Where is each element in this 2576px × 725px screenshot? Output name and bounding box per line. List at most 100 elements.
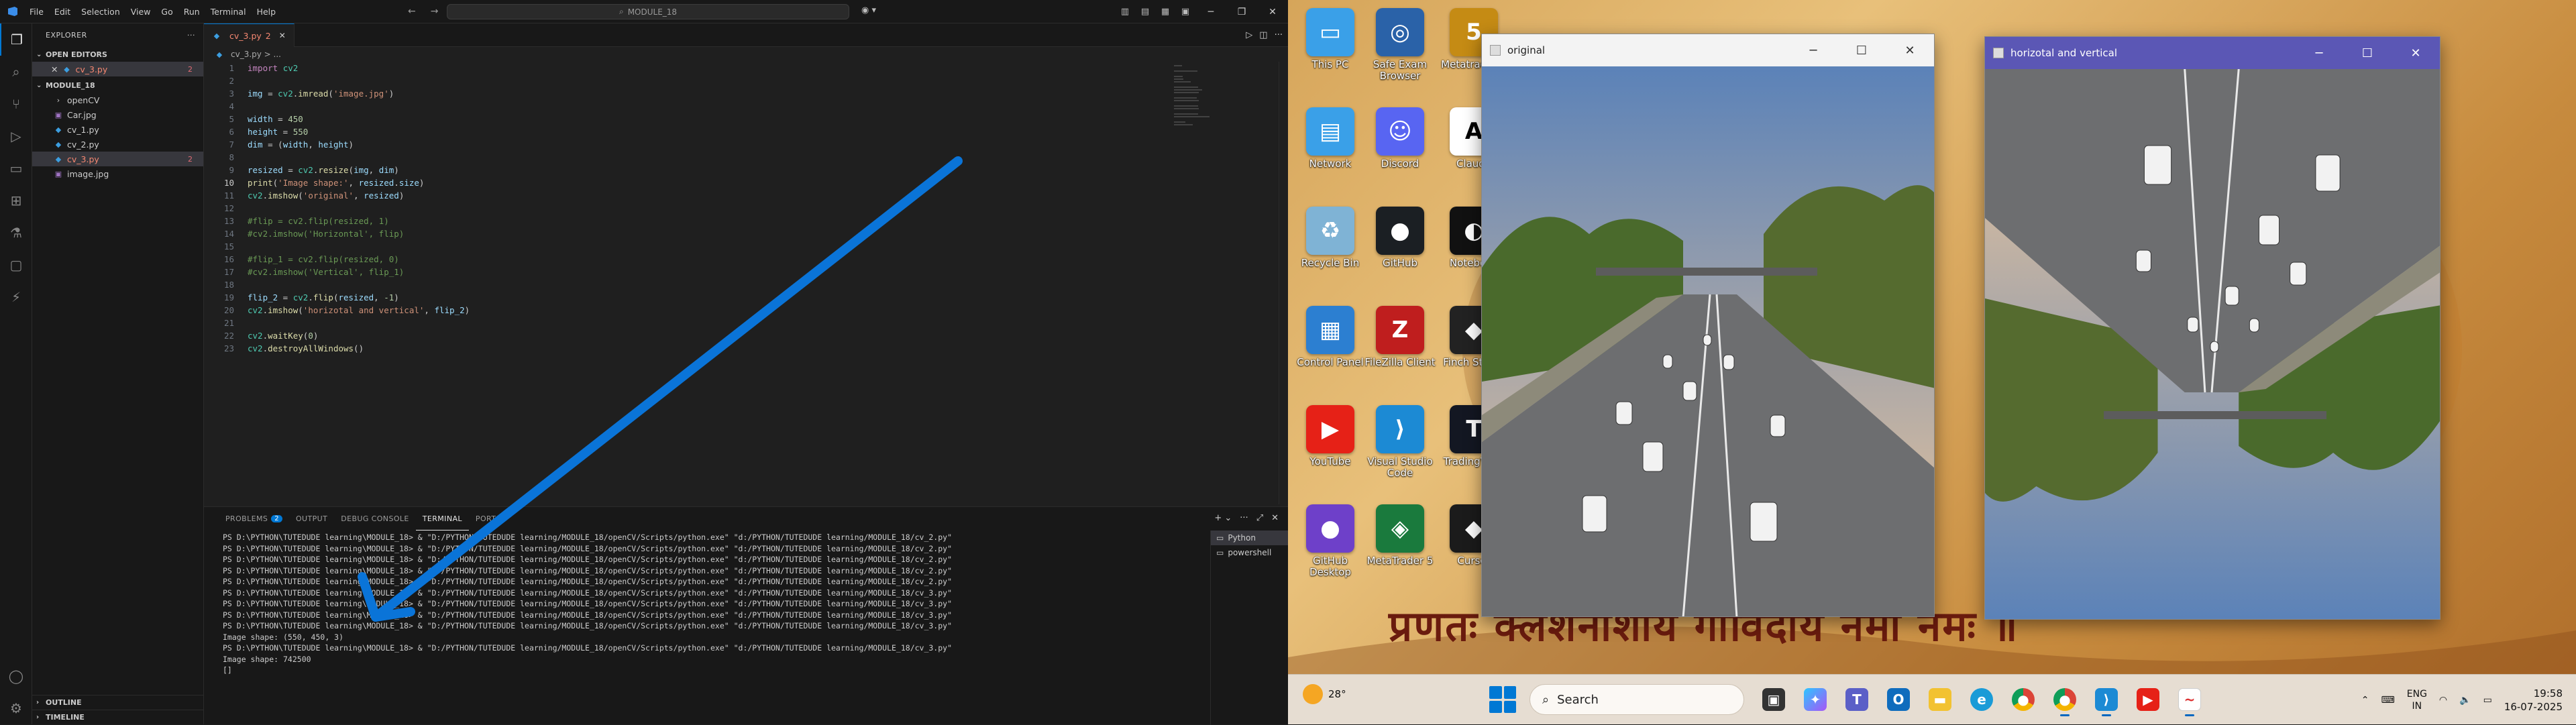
- code-line[interactable]: 15: [204, 240, 1197, 253]
- code-line[interactable]: 11 cv2.imshow('original', resized): [204, 189, 1197, 202]
- code-line[interactable]: 1 import cv2: [204, 62, 1197, 74]
- code-line[interactable]: 21: [204, 317, 1197, 329]
- file-tree-item[interactable]: ▣ Car.jpg: [32, 107, 203, 122]
- run-python-icon[interactable]: ▷: [1246, 30, 1252, 40]
- file-tree-item[interactable]: › openCV: [32, 93, 203, 107]
- menu-view[interactable]: View: [125, 7, 156, 17]
- weather-widget[interactable]: 28°: [1303, 684, 1346, 704]
- extensions-icon[interactable]: ⊞: [0, 184, 32, 217]
- code-line[interactable]: 4: [204, 100, 1197, 113]
- code-line[interactable]: 20 cv2.imshow('horizotal and vertical', f…: [204, 304, 1197, 317]
- code-line[interactable]: 7 dim = (width, height): [204, 138, 1197, 151]
- opencv-window-flipped[interactable]: horizotal and vertical ─ ☐ ✕: [1984, 36, 2440, 620]
- clock[interactable]: 19:58 16-07-2025: [2504, 687, 2563, 714]
- copilot-icon[interactable]: ◉ ▾: [861, 5, 876, 15]
- chat-icon[interactable]: ▢: [0, 249, 32, 281]
- new-terminal-icon[interactable]: + ⌄: [1214, 513, 1232, 523]
- customize-layout-icon[interactable]: ▣: [1175, 0, 1195, 23]
- maximize-panel-icon[interactable]: ⤢: [1256, 513, 1263, 523]
- code-line[interactable]: 10 print('Image shape:', resized.size): [204, 176, 1197, 189]
- close-panel-icon[interactable]: ✕: [1271, 513, 1279, 523]
- outline-header[interactable]: › OUTLINE: [32, 695, 204, 710]
- menu-file[interactable]: File: [24, 7, 49, 17]
- open-editors-header[interactable]: ⌄ OPEN EDITORS: [32, 47, 203, 62]
- maximize-button[interactable]: ❐: [1226, 0, 1257, 23]
- code-line[interactable]: 23 cv2.destroyAllWindows(): [204, 342, 1197, 355]
- more-actions-icon[interactable]: ···: [1275, 30, 1283, 40]
- project-folder-header[interactable]: ⌄ MODULE_18: [32, 78, 203, 93]
- code-line[interactable]: 14 #cv2.imshow('Horizontal', flip): [204, 227, 1197, 240]
- overview-ruler[interactable]: [1279, 62, 1288, 504]
- maximize-button[interactable]: ☐: [2343, 37, 2392, 69]
- code-line[interactable]: 16 #flip_1 = cv2.flip(resized, 0): [204, 253, 1197, 266]
- wifi-icon[interactable]: ◠: [2439, 695, 2447, 706]
- minimize-button[interactable]: ─: [1195, 0, 1226, 23]
- outlook-icon[interactable]: O: [1882, 683, 1915, 716]
- panel-tab-terminal[interactable]: TERMINAL: [415, 507, 469, 531]
- keyboard-icon[interactable]: ⌨: [2381, 695, 2395, 706]
- code-line[interactable]: 2: [204, 74, 1197, 87]
- file-tree-item[interactable]: ▣ image.jpg: [32, 166, 203, 181]
- desktop-icon[interactable]: ● GitHub: [1363, 207, 1437, 287]
- menu-run[interactable]: Run: [178, 7, 205, 17]
- terminal-more-icon[interactable]: ···: [1240, 513, 1248, 523]
- task-view-icon[interactable]: ▣: [1758, 683, 1790, 716]
- split-editor-icon[interactable]: ◫: [1259, 30, 1267, 40]
- settings-gear-icon[interactable]: ⚙: [0, 692, 32, 724]
- close-button[interactable]: ✕: [1886, 34, 1934, 66]
- desktop-icon[interactable]: ◎ Safe Exam Browser: [1363, 8, 1437, 89]
- chrome-profile-icon[interactable]: ●: [2049, 683, 2081, 716]
- desktop-icon[interactable]: ▭ This PC: [1293, 8, 1367, 89]
- copilot-app-icon[interactable]: ✦: [1799, 683, 1831, 716]
- back-arrow-icon[interactable]: ←: [408, 6, 416, 17]
- desktop-icon[interactable]: ◈ MetaTrader 5: [1363, 504, 1437, 585]
- maximize-button[interactable]: ☐: [1837, 34, 1886, 66]
- terminal-output[interactable]: PS D:\PYTHON\TUTEDUDE learning\MODULE_18…: [213, 533, 1193, 677]
- code-editor[interactable]: 1 import cv2 2 3 img = cv2.imread('image.jpg…: [204, 62, 1197, 355]
- code-line[interactable]: 19 flip_2 = cv2.flip(resized, -1): [204, 291, 1197, 304]
- code-line[interactable]: 18: [204, 278, 1197, 291]
- code-line[interactable]: 3 img = cv2.imread('image.jpg'): [204, 87, 1197, 100]
- chevron-up-icon[interactable]: ⌃: [2361, 695, 2369, 706]
- terminal-instance[interactable]: ▭ powershell: [1211, 545, 1288, 560]
- taskbar-search[interactable]: ⌕ Search: [1529, 684, 1744, 715]
- panel-tab-debug-console[interactable]: DEBUG CONSOLE: [334, 507, 416, 531]
- file-explorer-icon[interactable]: ▬: [1924, 683, 1956, 716]
- close-window-button[interactable]: ✕: [1257, 0, 1288, 23]
- minimap[interactable]: [1174, 64, 1214, 144]
- explorer-icon[interactable]: ❐: [0, 23, 32, 56]
- code-line[interactable]: 12: [204, 202, 1197, 215]
- source-control-icon[interactable]: ⑂: [0, 88, 32, 120]
- code-line[interactable]: 5 width = 450: [204, 113, 1197, 125]
- edge-icon[interactable]: e: [1966, 683, 1998, 716]
- panel-tab-output[interactable]: OUTPUT: [289, 507, 334, 531]
- panel-tab-ports[interactable]: PORTS: [469, 507, 508, 531]
- code-line[interactable]: 6 height = 550: [204, 125, 1197, 138]
- file-tree-item[interactable]: ◆ cv_3.py 2: [32, 152, 203, 166]
- timeline-header[interactable]: › TIMELINE: [32, 710, 204, 724]
- account-icon[interactable]: ◯: [0, 660, 32, 692]
- desktop-icon[interactable]: ● GitHub Desktop: [1293, 504, 1367, 585]
- desktop-icon[interactable]: ♻ Recycle Bin: [1293, 207, 1367, 287]
- toggle-secondary-sidebar-icon[interactable]: ▦: [1155, 0, 1175, 23]
- menu-edit[interactable]: Edit: [49, 7, 76, 17]
- code-line[interactable]: 9 resized = cv2.resize(img, dim): [204, 164, 1197, 176]
- more-actions-icon[interactable]: ···: [187, 31, 195, 40]
- desktop-icon[interactable]: ☺ Discord: [1363, 107, 1437, 188]
- panel-tab-problems[interactable]: PROBLEMS 2: [219, 507, 289, 531]
- desktop-icon[interactable]: ⟩ Visual Studio Code: [1363, 405, 1437, 486]
- terminal-instance[interactable]: ▭ Python: [1211, 531, 1288, 545]
- code-line[interactable]: 8: [204, 151, 1197, 164]
- window-titlebar[interactable]: horizotal and vertical ─ ☐ ✕: [1985, 37, 2440, 69]
- desktop-icon[interactable]: ▶ YouTube: [1293, 405, 1367, 486]
- vscode-taskbar-icon[interactable]: ⟩: [2090, 683, 2123, 716]
- toggle-primary-sidebar-icon[interactable]: ▥: [1115, 0, 1135, 23]
- opencv-window-original[interactable]: original ─ ☐ ✕: [1481, 34, 1935, 617]
- desktop-icon[interactable]: ▦ Control Panel: [1293, 306, 1367, 386]
- run-debug-icon[interactable]: ▷: [0, 120, 32, 152]
- toggle-panel-icon[interactable]: ▤: [1135, 0, 1155, 23]
- python-env-icon[interactable]: ⚡: [0, 281, 32, 313]
- chrome-icon[interactable]: ●: [2007, 683, 2039, 716]
- tab-cv-3[interactable]: ◆ cv_3.py 2 ✕: [204, 23, 294, 47]
- search-view-icon[interactable]: ⌕: [0, 56, 32, 88]
